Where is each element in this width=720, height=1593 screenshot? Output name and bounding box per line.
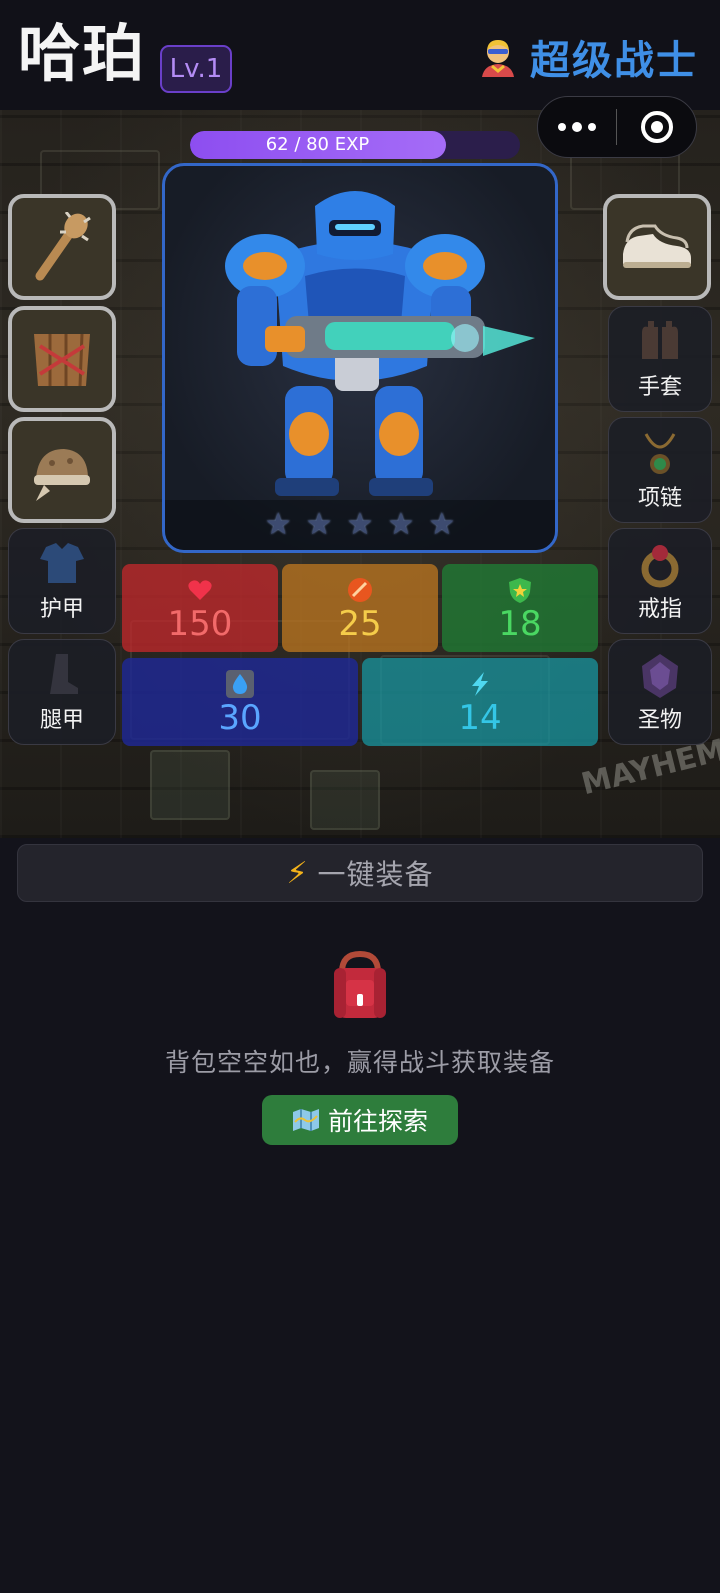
- star-icon: ★: [428, 507, 456, 542]
- water-drop-icon: [226, 670, 254, 698]
- slot-boots[interactable]: [603, 194, 711, 300]
- stat-hp-value: 150: [167, 604, 233, 644]
- star-icon: ★: [264, 507, 292, 542]
- slot-label: 护甲: [39, 597, 84, 622]
- lightning-icon: ⚡: [286, 855, 308, 891]
- stat-attack-value: 25: [338, 604, 382, 644]
- heart-icon: [188, 580, 212, 600]
- armor-icon: [40, 543, 84, 583]
- explore-label: 前往探索: [327, 1107, 428, 1136]
- character-scene: MAYHEM 62 / 80 EXP ★ ★ ★ ★ ★ 护甲 腿甲 手套 项链…: [0, 110, 720, 838]
- power-armor-soldier-image: [225, 191, 535, 496]
- exp-bar: 62 / 80 EXP: [190, 131, 520, 159]
- slot-label: 项链: [637, 486, 682, 511]
- superhero-icon: [476, 35, 520, 79]
- wooden-shield-icon: [34, 333, 90, 387]
- exp-text: 62 / 80 EXP: [265, 134, 370, 155]
- stat-speed: 14: [362, 658, 598, 746]
- stat-speed-value: 14: [458, 698, 502, 738]
- slot-label: 腿甲: [39, 708, 84, 733]
- stat-hp: 150: [122, 564, 278, 652]
- gloves-icon: [642, 321, 678, 359]
- greaves-icon: [50, 654, 78, 694]
- slot-greaves[interactable]: 腿甲: [8, 639, 116, 745]
- level-badge: Lv.1: [160, 45, 232, 93]
- star-icon: ★: [346, 507, 374, 542]
- stat-defense: 18: [442, 564, 598, 652]
- more-options-icon[interactable]: [538, 97, 616, 157]
- slot-label: 戒指: [637, 597, 682, 622]
- slot-necklace[interactable]: 项链: [608, 417, 712, 523]
- slot-weapon[interactable]: [8, 194, 116, 300]
- shield-icon: [509, 578, 531, 603]
- attack-orb-icon: [348, 578, 372, 602]
- bg-monitor: [310, 770, 380, 830]
- character-portrait[interactable]: ★ ★ ★ ★ ★: [162, 163, 558, 553]
- slot-shield[interactable]: [8, 306, 116, 412]
- character-name: 哈珀: [18, 17, 147, 90]
- empty-bag-message: 背包空空如也，赢得战斗获取装备: [164, 1048, 555, 1077]
- slot-gloves[interactable]: 手套: [608, 306, 712, 412]
- map-icon: [292, 1109, 319, 1131]
- ring-icon: [641, 545, 679, 588]
- slot-label: 圣物: [637, 708, 682, 733]
- class-name: 超级战士: [530, 38, 698, 84]
- necklace-icon: [644, 433, 676, 474]
- one-click-equip-button[interactable]: ⚡ 一键装备: [17, 844, 703, 902]
- class-indicator[interactable]: 超级战士: [476, 30, 698, 84]
- slot-helmet[interactable]: [8, 417, 116, 523]
- spiked-club-icon: [35, 212, 91, 281]
- star-rating: ★ ★ ★ ★ ★: [165, 500, 555, 550]
- close-miniprogram-icon[interactable]: [617, 111, 696, 143]
- bg-monitor: [150, 750, 230, 820]
- star-icon: ★: [387, 507, 415, 542]
- one-click-equip-label: 一键装备: [317, 858, 434, 891]
- lightning-wing-icon: [472, 672, 488, 696]
- slot-label: 手套: [637, 375, 682, 400]
- slot-ring[interactable]: 戒指: [608, 528, 712, 634]
- slot-relic[interactable]: 圣物: [608, 639, 712, 745]
- top-header: 哈珀 Lv.1 超级战士: [0, 0, 720, 110]
- backpack-icon: [334, 950, 386, 1018]
- sneakers-icon: [623, 224, 691, 268]
- stat-attack: 25: [282, 564, 438, 652]
- relic-icon: [642, 654, 678, 698]
- stat-defense-value: 18: [498, 604, 542, 644]
- miniprogram-capsule: [537, 96, 697, 158]
- stat-mana-value: 30: [218, 698, 262, 738]
- slot-armor[interactable]: 护甲: [8, 528, 116, 634]
- stat-mana: 30: [122, 658, 358, 746]
- star-icon: ★: [305, 507, 333, 542]
- explore-button[interactable]: 前往探索: [262, 1095, 458, 1145]
- leather-helmet-icon: [34, 449, 90, 501]
